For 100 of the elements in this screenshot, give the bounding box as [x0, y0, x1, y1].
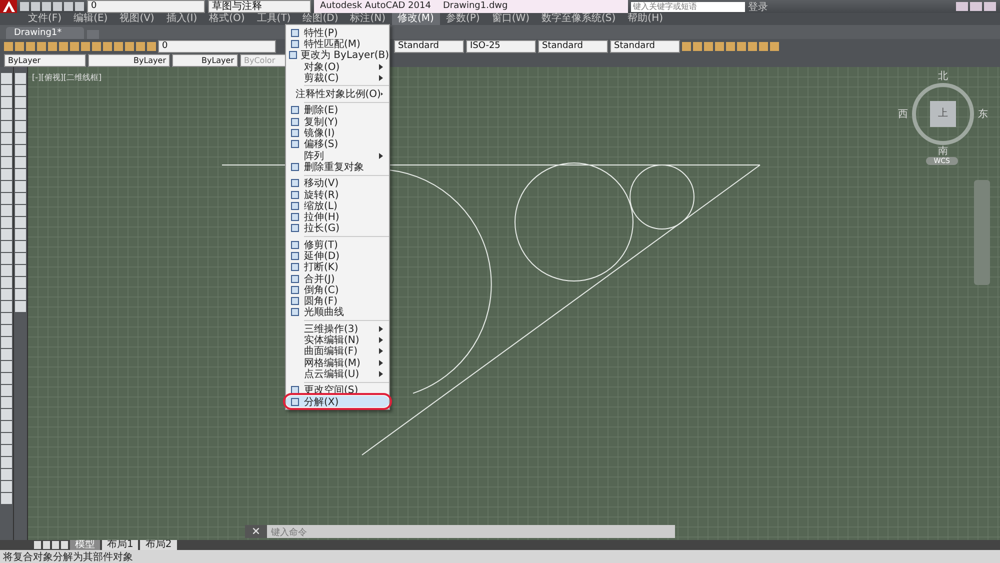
color-dropdown[interactable]: ByLayer [4, 54, 86, 66]
tool-button[interactable] [1, 229, 12, 240]
tool-button[interactable] [15, 217, 26, 228]
tool-button[interactable] [1, 397, 12, 408]
menu-item[interactable]: 网格编辑(M) [286, 357, 389, 368]
tool-button[interactable] [15, 73, 26, 84]
linetype-dropdown[interactable]: ByLayer [88, 54, 170, 66]
tool-button[interactable] [1, 253, 12, 264]
menu-item[interactable]: 注释性对象比例(O) [286, 88, 389, 100]
tool-button[interactable] [1, 241, 12, 252]
tool-button[interactable] [1, 337, 12, 348]
tool-button[interactable] [1, 97, 12, 108]
menu-item[interactable]: 实体编辑(N) [286, 334, 389, 346]
cube-face[interactable]: 上 [930, 101, 956, 127]
tool-button[interactable] [1, 205, 12, 216]
sign-in-link[interactable]: 登录 [748, 0, 768, 14]
menu-item[interactable]: 缩放(L) [286, 200, 389, 212]
lineweight-dropdown[interactable]: ByLayer [172, 54, 238, 66]
tool-button[interactable] [15, 157, 26, 168]
tool-button[interactable] [1, 289, 12, 300]
navigation-bar[interactable] [974, 180, 990, 285]
viewport-label[interactable]: [-][俯视][二维线框] [32, 72, 102, 83]
menu-item[interactable]: 更改为 ByLayer(B) [286, 50, 389, 61]
command-input[interactable]: 键入命令 [267, 525, 675, 538]
tool-button[interactable] [15, 205, 26, 216]
tool-button[interactable] [1, 133, 12, 144]
tool-button[interactable] [1, 193, 12, 204]
tool-button[interactable] [1, 433, 12, 444]
menu-item[interactable]: 移动(V) [286, 178, 389, 189]
menu-item[interactable]: 绘图(D) [296, 13, 344, 25]
tool-button[interactable] [1, 85, 12, 96]
tool-button[interactable] [15, 277, 26, 288]
tool-button[interactable] [1, 457, 12, 468]
menu-item[interactable]: 旋转(R) [286, 188, 389, 200]
menu-item[interactable]: 文件(F) [22, 13, 68, 25]
menu-item[interactable]: 特性匹配(M) [286, 38, 389, 50]
tool-button[interactable] [1, 445, 12, 456]
tool-button[interactable] [1, 277, 12, 288]
menu-item[interactable]: 复制(Y) [286, 116, 389, 128]
tool-button[interactable] [1, 181, 12, 192]
document-tab[interactable]: Drawing1* [6, 27, 84, 39]
maximize-button[interactable] [970, 2, 982, 11]
tool-button[interactable] [1, 361, 12, 372]
minimize-button[interactable] [956, 2, 968, 11]
tool-button[interactable] [1, 313, 12, 324]
tool-button[interactable] [1, 265, 12, 276]
tool-button[interactable] [1, 73, 12, 84]
menu-item[interactable]: 三维操作(3) [286, 323, 389, 334]
tool-button[interactable] [1, 217, 12, 228]
menu-item[interactable]: 剪裁(C) [286, 72, 389, 84]
tool-button[interactable] [1, 157, 12, 168]
tool-button[interactable] [1, 421, 12, 432]
menu-item[interactable]: 打断(K) [286, 262, 389, 273]
tool-button[interactable] [15, 289, 26, 300]
menu-item[interactable]: 数字至像系统(S) [536, 13, 622, 25]
close-button[interactable] [245, 525, 267, 538]
tool-button[interactable] [15, 169, 26, 180]
workspace-dropdown[interactable]: 草图与注释 [208, 0, 311, 13]
menu-item[interactable]: 点云编辑(U) [286, 368, 389, 380]
menu-item[interactable]: 拉伸(H) [286, 211, 389, 223]
menu-item[interactable]: 视图(V) [114, 13, 160, 25]
tool-button[interactable] [1, 349, 12, 360]
menu-item[interactable]: 编辑(E) [68, 13, 114, 25]
menu-item[interactable]: 镜像(I) [286, 127, 389, 139]
menu-item[interactable]: 偏移(S) [286, 138, 389, 150]
tool-button[interactable] [1, 145, 12, 156]
tool-button[interactable] [15, 133, 26, 144]
menu-item[interactable]: 曲面编辑(F) [286, 346, 389, 358]
application-button[interactable] [0, 0, 17, 13]
menu-item[interactable]: 阵列 [286, 150, 389, 162]
tool-button[interactable] [15, 109, 26, 120]
menu-item[interactable]: 标注(N) [344, 13, 392, 25]
menu-item[interactable]: 帮助(H) [622, 13, 669, 25]
tool-button[interactable] [15, 253, 26, 264]
menu-item[interactable]: 特性(P) [286, 27, 389, 38]
dimension-style-dropdown[interactable]: ISO-25 [466, 40, 536, 52]
multileader-style-dropdown[interactable]: Standard [610, 40, 680, 52]
tool-button[interactable] [1, 385, 12, 396]
layer-dropdown[interactable]: 0 [158, 40, 276, 52]
tool-button[interactable] [15, 301, 26, 312]
tool-button[interactable] [1, 169, 12, 180]
tool-button[interactable] [15, 121, 26, 132]
tool-button[interactable] [15, 193, 26, 204]
table-style-dropdown[interactable]: Standard [538, 40, 608, 52]
search-field[interactable]: 键入关键字或短语 [630, 2, 745, 12]
menu-item[interactable]: 倒角(C) [286, 284, 389, 296]
tool-button[interactable] [15, 265, 26, 276]
tool-button[interactable] [15, 229, 26, 240]
tool-button[interactable] [1, 493, 12, 504]
tool-button[interactable] [1, 109, 12, 120]
menu-item[interactable]: 删除重复对象 [286, 161, 389, 173]
tool-button[interactable] [15, 145, 26, 156]
text-style-dropdown[interactable]: Standard [394, 40, 464, 52]
tool-button[interactable] [15, 241, 26, 252]
menu-item[interactable]: 光顺曲线 [286, 306, 389, 318]
menu-item[interactable]: 插入(I) [160, 13, 204, 25]
tool-button[interactable] [15, 181, 26, 192]
menu-item[interactable]: 拉长(G) [286, 222, 389, 234]
menu-item[interactable]: 删除(E) [286, 104, 389, 116]
menu-item[interactable]: 分解(X) [286, 396, 389, 408]
